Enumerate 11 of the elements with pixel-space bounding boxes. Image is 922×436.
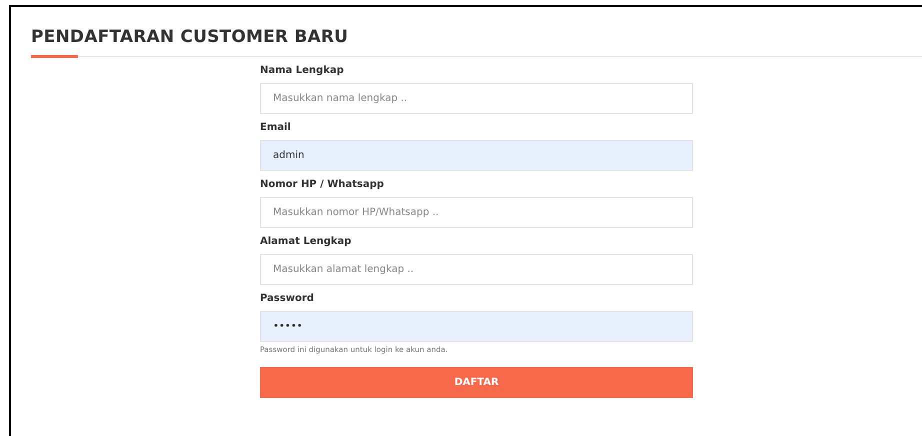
field-label: Nomor HP / Whatsapp (260, 179, 385, 190)
input-field[interactable]: Masukkan nomor HP/Whatsapp .. (260, 197, 693, 228)
input-field[interactable]: admin (260, 140, 693, 171)
field-label: Password (260, 293, 315, 304)
input-field[interactable]: ••••• (260, 311, 693, 342)
input-field[interactable]: Masukkan nama lengkap .. (260, 83, 693, 114)
field-label: Alamat Lengkap (260, 236, 352, 247)
page-title: PENDAFTARAN CUSTOMER BARU (31, 27, 350, 49)
input-field[interactable]: Masukkan alamat lengkap .. (260, 254, 693, 285)
field-label: Nama Lengkap (260, 65, 345, 76)
field-label: Email (260, 122, 292, 133)
